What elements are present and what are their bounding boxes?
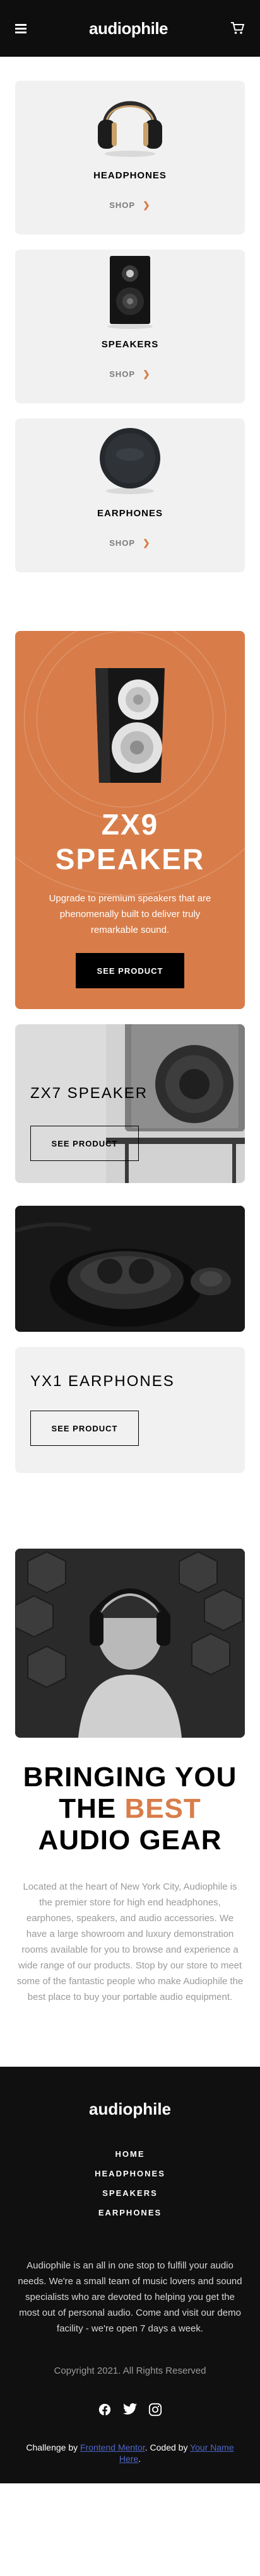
yx1-title: YX1 EARPHONES [30,1373,175,1390]
shop-label: SHOP [109,200,136,210]
about-title-the: THE [59,1793,117,1824]
footer-logo[interactable]: audiophile [15,2099,245,2119]
zx9-see-product-button[interactable]: SEE PRODUCT [76,953,184,989]
footer-nav-headphones[interactable]: HEADPHONES [95,2169,165,2178]
shop-link[interactable]: SHOP ❯ [109,538,151,548]
category-card-earphones[interactable]: EARPHONES SHOP ❯ [15,419,245,572]
footer-copyright: Copyright 2021. All Rights Reserved [54,2365,206,2376]
yx1-see-product-button[interactable]: SEE PRODUCT [30,1411,139,1446]
footer-nav-home[interactable]: HOME [115,2149,145,2159]
footer-nav: HOME HEADPHONES SPEAKERS EARPHONES [15,2149,245,2217]
zx9-description: Upgrade to premium speakers that are phe… [49,893,211,936]
zx9-promo: ZX9 SPEAKER Upgrade to premium speakers … [15,631,245,1009]
category-title: SPEAKERS [101,339,159,350]
about-person-image [15,1549,245,1738]
yx1-promo: YX1 EARPHONES SEE PRODUCT [15,1347,245,1473]
zx9-speaker-image [83,666,177,788]
footer-nav-earphones[interactable]: EARPHONES [98,2208,162,2217]
chevron-right-icon: ❯ [143,200,151,210]
zx9-title: ZX9 SPEAKER [56,807,204,877]
speaker-image [15,250,245,330]
site-footer: audiophile HOME HEADPHONES SPEAKERS EARP… [0,2067,260,2483]
about-title-line1: BRINGING YOU [23,1762,237,1793]
about-title-accent: BEST [124,1793,201,1824]
shop-label: SHOP [109,369,136,379]
category-card-speakers[interactable]: SPEAKERS SHOP ❯ [15,250,245,403]
zx9-title-line1: ZX9 [101,808,159,841]
site-header: audiophile [0,0,260,57]
zx7-promo: ZX7 SPEAKER SEE PRODUCT [15,1024,245,1183]
shop-label: SHOP [109,538,136,548]
category-title: EARPHONES [97,508,163,519]
footer-description: Audiophile is an all in one stop to fulf… [18,2260,242,2334]
chevron-right-icon: ❯ [143,538,151,548]
earphones-image [15,419,245,499]
credit-prefix: Challenge by [26,2442,80,2452]
social-links [15,2403,245,2417]
logo[interactable]: audiophile [89,19,168,38]
yx1-earphones-image [15,1206,245,1332]
credit-suffix: . [138,2454,141,2464]
category-card-headphones[interactable]: HEADPHONES SHOP ❯ [15,81,245,234]
zx9-title-line2: SPEAKER [55,843,205,876]
hamburger-icon[interactable] [15,23,27,33]
shop-link[interactable]: SHOP ❯ [109,200,151,211]
shop-link[interactable]: SHOP ❯ [109,369,151,379]
chevron-right-icon: ❯ [143,369,151,379]
category-list: HEADPHONES SHOP ❯ SPEAKERS SHOP ❯ EARPHO… [0,57,260,572]
about-text: Located at the heart of New York City, A… [16,1881,244,2002]
zx7-title: ZX7 SPEAKER [30,1085,148,1102]
facebook-icon[interactable] [98,2403,112,2417]
credit-mid: . Coded by [145,2442,191,2452]
instagram-icon[interactable] [148,2403,162,2417]
footer-nav-speakers[interactable]: SPEAKERS [102,2188,158,2198]
zx7-see-product-button[interactable]: SEE PRODUCT [30,1126,139,1161]
attribution: Challenge by Frontend Mentor. Coded by Y… [15,2442,245,2464]
about-title-line3: AUDIO GEAR [38,1825,222,1856]
twitter-icon[interactable] [123,2403,137,2417]
cart-icon[interactable] [230,22,245,35]
frontend-mentor-link[interactable]: Frontend Mentor [80,2442,145,2452]
headphones-image [15,81,245,161]
category-title: HEADPHONES [93,170,167,181]
about-title: BRINGING YOU THE BEST AUDIO GEAR [15,1762,245,1856]
